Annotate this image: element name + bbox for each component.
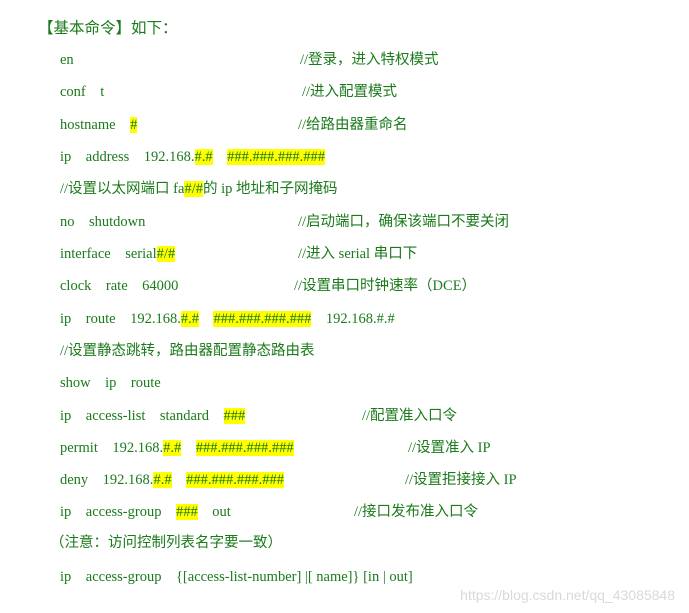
command-text: hostname xyxy=(60,117,131,133)
command-text: （注意：访问控制列表名字要一致） xyxy=(50,535,282,551)
command-line: ip access-group ### out xyxy=(60,502,231,522)
command-text: deny 192.168. xyxy=(60,472,154,488)
highlighted-placeholder: #/# xyxy=(156,246,176,262)
command-text: ip route 192.168. xyxy=(60,311,181,327)
highlighted-placeholder: ###.###.###.### xyxy=(186,472,284,488)
highlighted-placeholder: #.# xyxy=(153,472,172,488)
command-text xyxy=(213,149,228,165)
highlighted-placeholder: # xyxy=(130,117,138,133)
watermark: https://blog.csdn.net/qq_43085848 xyxy=(460,587,675,603)
command-text: no shutdown xyxy=(60,214,146,230)
command-text: ip access-group {[access-list-number] |[… xyxy=(60,569,413,585)
command-comment: //进入 serial 串口下 xyxy=(298,246,418,262)
command-comment: //给路由器重命名 xyxy=(298,117,408,133)
highlighted-placeholder: #/# xyxy=(184,181,203,197)
command-comment: //登录，进入特权模式 xyxy=(300,52,439,68)
highlighted-placeholder: #.# xyxy=(180,311,199,327)
command-line: //设置以太网端口 fa#/#的 ip 地址和子网掩码 xyxy=(60,179,338,199)
command-text: show ip route xyxy=(60,375,161,391)
command-text: 192.168.#.# xyxy=(311,311,395,327)
command-text xyxy=(181,440,196,456)
command-line: deny 192.168.#.# ###.###.###.### xyxy=(60,470,284,490)
command-text: ip access-list standard xyxy=(60,408,224,424)
command-line: permit 192.168.#.# ###.###.###.### xyxy=(60,438,294,458)
highlighted-placeholder: ###.###.###.### xyxy=(227,149,326,165)
command-comment: //进入配置模式 xyxy=(302,84,398,100)
highlighted-placeholder: ### xyxy=(223,408,246,424)
highlighted-placeholder: ### xyxy=(175,504,198,520)
command-text: clock rate 64000 xyxy=(60,278,179,294)
command-comment: //设置准入 IP xyxy=(408,440,491,456)
command-comment: //配置准入口令 xyxy=(362,408,458,424)
highlighted-placeholder: ###.###.###.### xyxy=(195,440,294,456)
command-line: ip route 192.168.#.# ###.###.###.### 192… xyxy=(60,309,395,329)
command-line: interface serial#/# xyxy=(60,244,176,264)
command-line: clock rate 64000 xyxy=(60,276,178,296)
command-line: no shutdown xyxy=(60,212,145,232)
command-line: ip access-list standard ### xyxy=(60,406,246,426)
command-line: //设置静态跳转，路由器配置静态路由表 xyxy=(60,341,315,361)
command-comment: //设置拒接接入 IP xyxy=(405,472,517,488)
command-text xyxy=(172,472,187,488)
command-text: out xyxy=(197,504,231,520)
command-line: ip address 192.168.#.# ###.###.###.### xyxy=(60,147,326,167)
command-text: 的 ip 地址和子网掩码 xyxy=(202,181,338,197)
command-text: //设置静态跳转，路由器配置静态路由表 xyxy=(60,343,315,359)
command-comment: //接口发布准入口令 xyxy=(354,504,479,520)
command-text: //设置以太网端口 fa xyxy=(60,181,185,197)
highlighted-placeholder: ###.###.###.### xyxy=(213,311,312,327)
command-text xyxy=(199,311,214,327)
command-line: （注意：访问控制列表名字要一致） xyxy=(50,533,282,553)
command-line: en xyxy=(60,50,74,70)
highlighted-placeholder: #.# xyxy=(163,440,182,456)
command-line: conf t xyxy=(60,82,104,102)
highlighted-placeholder: #.# xyxy=(194,149,213,165)
command-text: en xyxy=(60,52,74,68)
command-text: ip access-group xyxy=(60,504,176,520)
section-title: 【基本命令】如下： xyxy=(38,20,178,37)
command-comment: //设置串口时钟速率（DCE） xyxy=(294,278,477,294)
command-text: ip address 192.168. xyxy=(60,149,195,165)
command-line: hostname # xyxy=(60,115,138,135)
command-text: conf t xyxy=(60,84,105,100)
command-line: ip access-group {[access-list-number] |[… xyxy=(60,567,413,587)
command-comment: //启动端口，确保该端口不要关闭 xyxy=(298,214,510,230)
command-line: show ip route xyxy=(60,373,161,393)
command-text: interface serial xyxy=(60,246,157,262)
command-text: permit 192.168. xyxy=(60,440,164,456)
